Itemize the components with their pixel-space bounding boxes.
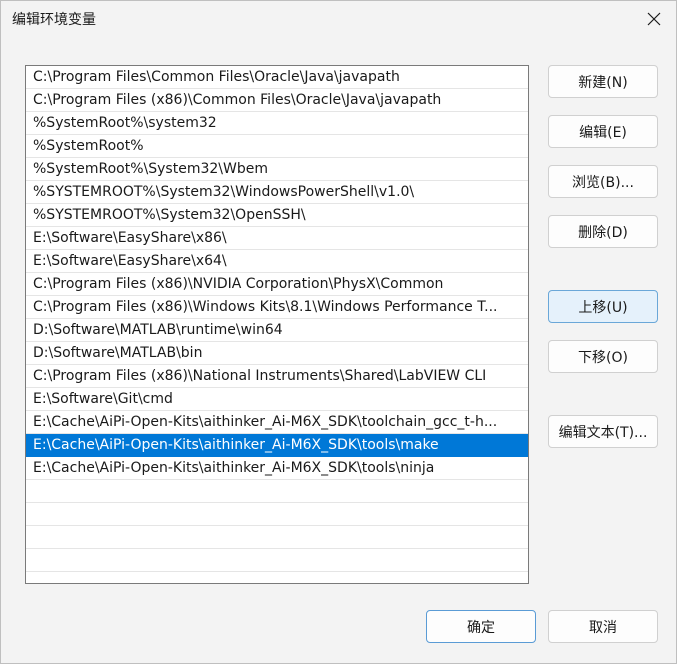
title-bar: 编辑环境变量: [1, 1, 676, 37]
path-list-item[interactable]: %SystemRoot%: [26, 135, 528, 158]
path-list-item[interactable]: C:\Program Files (x86)\NVIDIA Corporatio…: [26, 273, 528, 296]
path-list-item[interactable]: C:\Program Files\Common Files\Oracle\Jav…: [26, 66, 528, 89]
path-list-item[interactable]: %SystemRoot%\System32\Wbem: [26, 158, 528, 181]
browse-button[interactable]: 浏览(B)...: [548, 165, 658, 198]
path-list-item[interactable]: E:\Software\Git\cmd: [26, 388, 528, 411]
path-list-item[interactable]: C:\Program Files (x86)\Common Files\Orac…: [26, 89, 528, 112]
path-list-empty-row[interactable]: [26, 526, 528, 549]
path-list-item[interactable]: C:\Program Files (x86)\National Instrume…: [26, 365, 528, 388]
close-button[interactable]: [632, 1, 676, 37]
path-list-empty-row[interactable]: [26, 503, 528, 526]
move-down-button[interactable]: 下移(O): [548, 340, 658, 373]
cancel-button[interactable]: 取消: [548, 610, 658, 643]
path-list-item[interactable]: %SYSTEMROOT%\System32\WindowsPowerShell\…: [26, 181, 528, 204]
path-list-item[interactable]: E:\Software\EasyShare\x64\: [26, 250, 528, 273]
move-up-button[interactable]: 上移(U): [548, 290, 658, 323]
close-icon: [647, 12, 661, 26]
path-list-empty-row[interactable]: [26, 480, 528, 503]
new-button[interactable]: 新建(N): [548, 65, 658, 98]
path-list[interactable]: C:\Program Files\Common Files\Oracle\Jav…: [25, 65, 529, 584]
path-list-item[interactable]: E:\Cache\AiPi-Open-Kits\aithinker_Ai-M6X…: [26, 457, 528, 480]
path-list-item[interactable]: E:\Cache\AiPi-Open-Kits\aithinker_Ai-M6X…: [26, 411, 528, 434]
path-list-item[interactable]: E:\Cache\AiPi-Open-Kits\aithinker_Ai-M6X…: [26, 434, 528, 457]
path-list-item[interactable]: %SystemRoot%\system32: [26, 112, 528, 135]
path-list-item[interactable]: D:\Software\MATLAB\bin: [26, 342, 528, 365]
path-list-item[interactable]: C:\Program Files (x86)\Windows Kits\8.1\…: [26, 296, 528, 319]
edit-text-button[interactable]: 编辑文本(T)...: [548, 415, 658, 448]
delete-button[interactable]: 删除(D): [548, 215, 658, 248]
path-list-item[interactable]: D:\Software\MATLAB\runtime\win64: [26, 319, 528, 342]
edit-env-variable-dialog: 编辑环境变量 C:\Program Files\Common Files\Ora…: [0, 0, 677, 664]
path-list-empty-row[interactable]: [26, 549, 528, 572]
path-list-item[interactable]: E:\Software\EasyShare\x86\: [26, 227, 528, 250]
dialog-title: 编辑环境变量: [12, 12, 96, 28]
path-list-item[interactable]: %SYSTEMROOT%\System32\OpenSSH\: [26, 204, 528, 227]
edit-button[interactable]: 编辑(E): [548, 115, 658, 148]
ok-button[interactable]: 确定: [426, 610, 536, 643]
